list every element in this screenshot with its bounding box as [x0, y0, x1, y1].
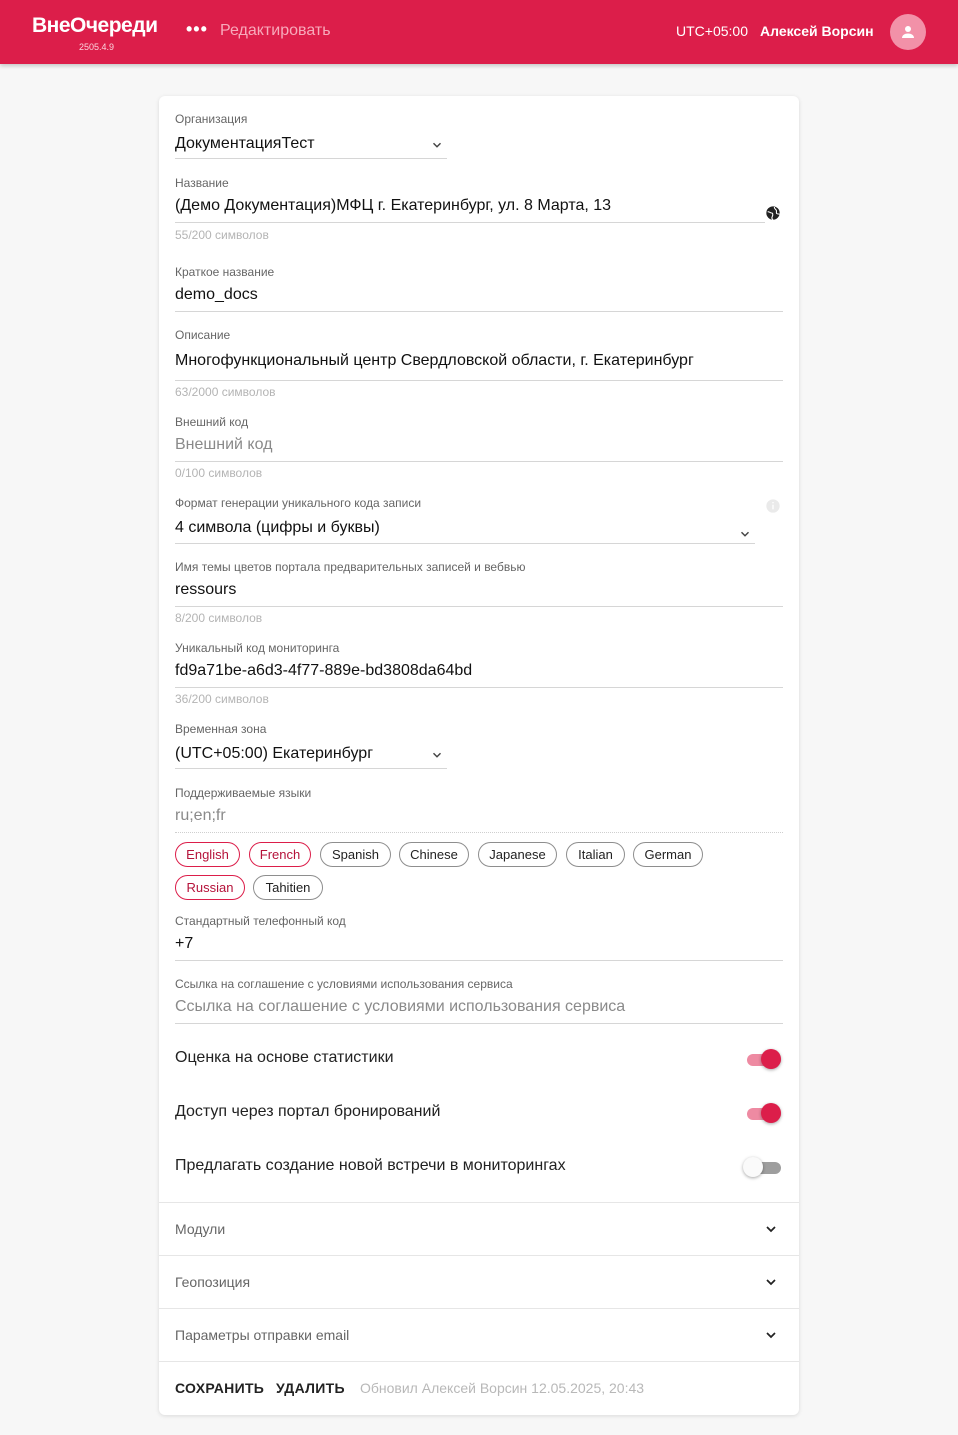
time-zone-value: (UTC+05:00) Екатеринбург — [175, 745, 374, 762]
edit-link[interactable]: Редактировать — [220, 22, 331, 40]
monitoring-code-label: Уникальный код мониторинга — [175, 641, 340, 655]
save-button[interactable]: СОХРАНИТЬ — [175, 1380, 264, 1396]
timezone-label: UTC+05:00 — [676, 23, 748, 39]
settings-card: Организация ДокументацияТест Название (Д… — [159, 96, 799, 1415]
more-menu-icon[interactable]: ••• — [186, 20, 208, 38]
phone-code-value: +7 — [175, 935, 194, 952]
chevron-down-icon — [766, 1279, 776, 1286]
new-meeting-toggle[interactable] — [743, 1156, 783, 1178]
switch-row-statistics: Оценка на основе статистики — [175, 1044, 783, 1074]
accordion-modules[interactable]: Модули — [159, 1202, 799, 1255]
globe-icon[interactable] — [765, 205, 781, 221]
name-field[interactable]: Название (Демо Документация)МФЦ г. Екате… — [175, 176, 783, 242]
accordion-label: Модули — [175, 1221, 226, 1237]
switch-label: Доступ через портал бронирований — [175, 1103, 441, 1120]
terms-link-label: Ссылка на соглашение с условиями использ… — [175, 977, 513, 991]
description-counter: 63/2000 символов — [175, 385, 276, 399]
name-counter: 55/200 символов — [175, 228, 269, 242]
external-code-label: Внешний код — [175, 415, 249, 429]
monitoring-code-value: fd9a71be-a6d3-4f77-889e-bd3808da64bd — [175, 662, 473, 679]
portal-access-toggle[interactable] — [743, 1102, 783, 1124]
chip-italian[interactable]: Italian — [566, 842, 625, 867]
last-updated-text: Обновил Алексей Ворсин 12.05.2025, 20:43 — [360, 1380, 645, 1396]
info-icon[interactable] — [765, 498, 781, 514]
name-label: Название — [175, 176, 229, 190]
theme-counter: 8/200 символов — [175, 611, 263, 625]
chip-french[interactable]: French — [249, 842, 311, 867]
delete-button[interactable]: УДАЛИТЬ — [276, 1380, 345, 1396]
external-code-field[interactable]: Внешний код Внешний код 0/100 символов — [175, 415, 783, 481]
form-actions: СОХРАНИТЬ УДАЛИТЬ Обновил Алексей Ворсин… — [159, 1361, 799, 1415]
phone-code-label: Стандартный телефонный код — [175, 914, 346, 928]
organization-select[interactable]: Организация ДокументацияТест — [175, 112, 447, 160]
short-name-value: demo_docs — [175, 286, 258, 303]
chevron-down-icon — [432, 142, 442, 148]
time-zone-label: Временная зона — [175, 722, 267, 736]
accordion-geoposition[interactable]: Геопозиция — [159, 1255, 799, 1308]
terms-link-field[interactable]: Ссылка на соглашение с условиями использ… — [175, 977, 783, 1025]
languages-label: Поддерживаемые языки — [175, 786, 312, 800]
code-format-label: Формат генерации уникального кода записи — [175, 496, 422, 510]
phone-code-field[interactable]: Стандартный телефонный код +7 — [175, 914, 783, 962]
accordion-label: Параметры отправки email — [175, 1327, 350, 1343]
switch-label: Оценка на основе статистики — [175, 1049, 394, 1066]
statistics-toggle[interactable] — [743, 1048, 783, 1070]
accordion-label: Геопозиция — [175, 1274, 251, 1290]
theme-field[interactable]: Имя темы цветов портала предварительных … — [175, 560, 783, 626]
switch-row-new-meeting: Предлагать создание новой встречи в мони… — [175, 1152, 783, 1182]
app-version: 2505.4.9 — [79, 42, 115, 52]
theme-label: Имя темы цветов портала предварительных … — [175, 560, 526, 574]
switch-row-portal-access: Доступ через портал бронирований — [175, 1098, 783, 1128]
theme-value: ressours — [175, 581, 237, 598]
chevron-down-icon — [766, 1332, 776, 1339]
chip-tahitien[interactable]: Tahitien — [253, 875, 323, 900]
chevron-down-icon — [766, 1226, 776, 1233]
time-zone-select[interactable]: Временная зона (UTC+05:00) Екатеринбург — [175, 722, 447, 770]
code-format-value: 4 символа (цифры и буквы) — [175, 519, 380, 536]
chip-chinese[interactable]: Chinese — [399, 842, 469, 867]
terms-link-placeholder: Ссылка на соглашение с условиями использ… — [175, 998, 626, 1015]
avatar[interactable] — [890, 14, 926, 50]
chip-russian[interactable]: Russian — [175, 875, 245, 900]
external-code-counter: 0/100 символов — [175, 466, 263, 480]
top-app-bar: ВнеОчереди 2505.4.9 ••• Редактировать UT… — [0, 0, 958, 64]
description-field[interactable]: Описание Многофункциональный центр Сверд… — [175, 328, 783, 399]
monitoring-code-counter: 36/200 символов — [175, 692, 269, 706]
chip-spanish[interactable]: Spanish — [320, 842, 391, 867]
user-name[interactable]: Алексей Ворсин — [760, 23, 874, 39]
name-value: (Демо Документация)МФЦ г. Екатеринбург, … — [175, 197, 612, 214]
chevron-down-icon — [432, 752, 442, 758]
accordion-email-settings[interactable]: Параметры отправки email — [159, 1308, 799, 1361]
monitoring-code-field[interactable]: Уникальный код мониторинга fd9a71be-a6d3… — [175, 641, 783, 707]
languages-field[interactable]: Поддерживаемые языки ru;en;fr — [175, 786, 783, 833]
organization-value: ДокументацияТест — [175, 135, 315, 152]
external-code-placeholder: Внешний код — [175, 436, 273, 453]
languages-value: ru;en;fr — [175, 807, 226, 824]
chip-japanese[interactable]: Japanese — [478, 842, 557, 867]
chevron-down-icon — [740, 531, 750, 537]
person-icon — [902, 26, 914, 38]
short-name-label: Краткое название — [175, 265, 275, 279]
chip-german[interactable]: German — [633, 842, 703, 867]
short-name-field[interactable]: Краткое название demo_docs — [175, 265, 783, 313]
switch-label: Предлагать создание новой встречи в мони… — [175, 1157, 566, 1174]
description-label: Описание — [175, 328, 231, 342]
app-logo[interactable]: ВнеОчереди — [32, 14, 158, 38]
organization-label: Организация — [175, 112, 248, 126]
description-value: Многофункциональный центр Свердловской о… — [175, 352, 694, 369]
code-format-select[interactable]: Формат генерации уникального кода записи… — [175, 496, 783, 544]
chip-english[interactable]: English — [175, 842, 240, 867]
